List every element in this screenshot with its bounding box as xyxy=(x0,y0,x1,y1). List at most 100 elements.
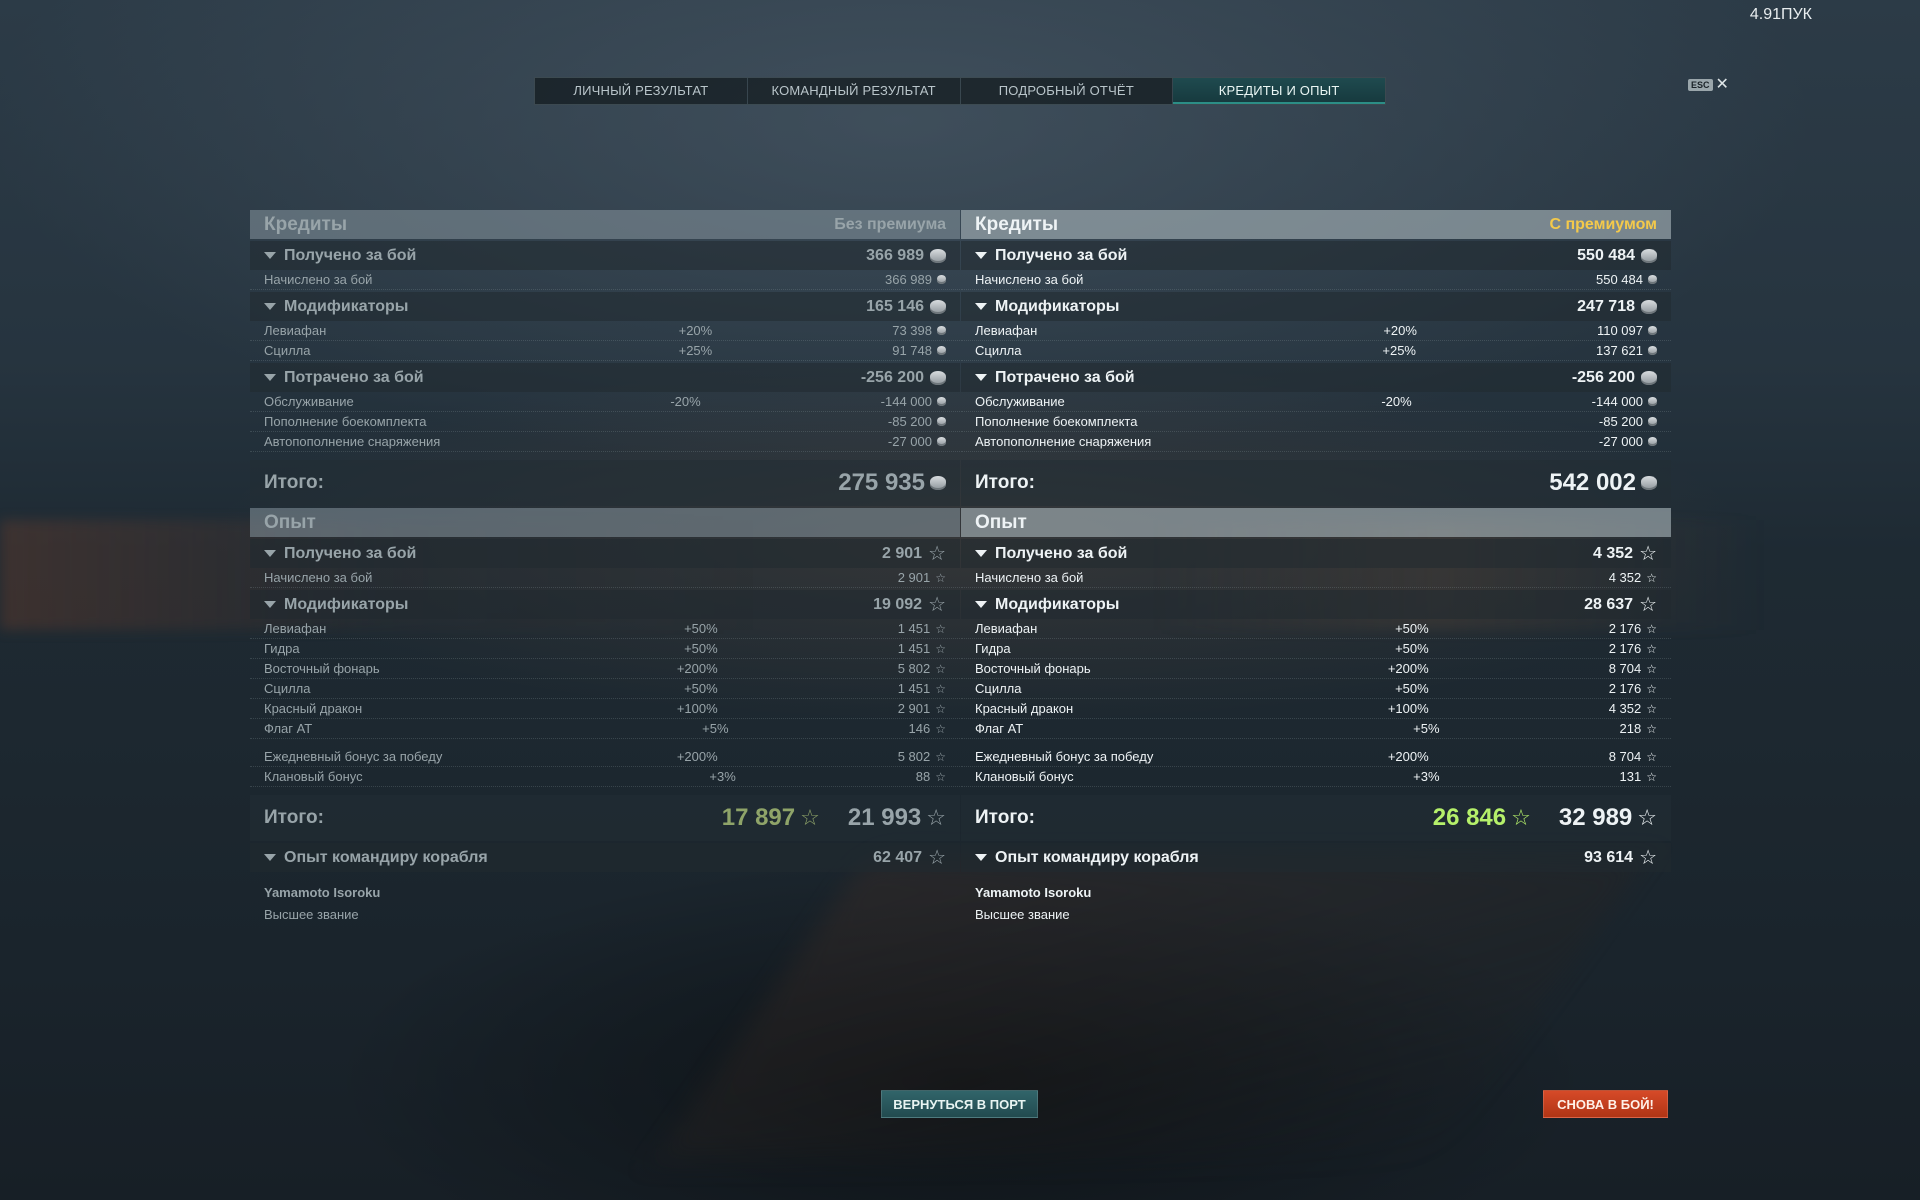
tab-team-result[interactable]: КОМАНДНЫЙ РЕЗУЛЬТАТ xyxy=(748,78,961,104)
triangle-down-icon[interactable] xyxy=(975,303,987,310)
detail-value: -85 200 xyxy=(887,414,932,429)
section-value: 550 484 xyxy=(1577,246,1635,264)
section-header-received[interactable]: Получено за бой 550 484 xyxy=(961,241,1671,270)
triangle-down-icon[interactable] xyxy=(264,601,276,608)
detail-name: Автопополнение снаряжения xyxy=(975,434,1152,449)
detail-name: Флаг АТ xyxy=(975,721,1024,736)
credit-coin-icon xyxy=(1641,476,1657,490)
section-header-commander[interactable]: Опыт командиру корабля 62 407 ☆ xyxy=(250,843,960,872)
section-label: Получено за бой xyxy=(284,544,417,562)
detail-value: 8 704 xyxy=(1608,661,1642,676)
detail-percent: +200% xyxy=(676,661,718,676)
credits-title: Кредиты xyxy=(264,213,348,235)
credit-coin-icon xyxy=(937,346,946,355)
credit-coin-icon xyxy=(930,299,946,314)
credit-coin-icon xyxy=(1641,248,1657,263)
section-header-received[interactable]: Получено за бой 366 989 xyxy=(250,241,960,270)
detail-row: Клановый бонус +3% 88 ☆ xyxy=(250,767,960,787)
triangle-down-icon[interactable] xyxy=(975,601,987,608)
tab-personal-result[interactable]: ЛИЧНЫЙ РЕЗУЛЬТАТ xyxy=(535,78,748,104)
section-header-modifiers[interactable]: Модификаторы 247 718 xyxy=(961,292,1671,321)
credit-coin-icon xyxy=(1648,417,1657,426)
section-value: 4 352 xyxy=(1593,544,1634,562)
star-icon: ☆ xyxy=(1646,701,1657,716)
detail-row: Автопополнение снаряжения -27 000 xyxy=(250,432,960,452)
ship-xp-value: 17 897 xyxy=(721,804,796,831)
triangle-down-icon[interactable] xyxy=(975,550,987,557)
credits-total: Итого: 542 002 xyxy=(961,460,1671,506)
star-icon: ☆ xyxy=(1639,593,1657,616)
detail-name: Флаг АТ xyxy=(264,721,313,736)
star-icon: ☆ xyxy=(1646,769,1657,784)
detail-percent: +5% xyxy=(1413,721,1440,736)
section-value: 28 637 xyxy=(1584,595,1634,613)
section-label: Получено за бой xyxy=(995,544,1128,562)
tab-credits-xp[interactable]: КРЕДИТЫ И ОПЫТ xyxy=(1173,78,1385,104)
section-header-spent[interactable]: Потрачено за бой -256 200 xyxy=(961,363,1671,392)
total-label: Итого: xyxy=(975,807,1035,828)
section-header-xp_received[interactable]: Получено за бой 2 901 ☆ xyxy=(250,539,960,568)
detail-row: Левиафан +50% 2 176 ☆ xyxy=(961,619,1671,639)
section-header-spent[interactable]: Потрачено за бой -256 200 xyxy=(250,363,960,392)
star-icon: ☆ xyxy=(928,542,946,565)
triangle-down-icon[interactable] xyxy=(975,252,987,259)
detail-name: Автопополнение снаряжения xyxy=(264,434,441,449)
detail-percent: +100% xyxy=(676,701,718,716)
credit-coin-icon xyxy=(930,476,946,490)
detail-value: 550 484 xyxy=(1596,272,1643,287)
credit-coin-icon xyxy=(1648,326,1657,335)
detail-name: Обслуживание xyxy=(264,394,354,409)
detail-value: 131 xyxy=(1619,769,1642,784)
detail-row: Обслуживание -20% -144 000 xyxy=(250,392,960,412)
section-header-xp_modifiers[interactable]: Модификаторы 28 637 ☆ xyxy=(961,590,1671,619)
star-icon: ☆ xyxy=(935,701,946,716)
credit-coin-icon xyxy=(1641,299,1657,314)
triangle-down-icon[interactable] xyxy=(264,550,276,557)
panel-without-premium: Кредиты Без премиума Получено за бой 366 98… xyxy=(250,210,960,926)
star-icon: ☆ xyxy=(935,621,946,636)
triangle-down-icon[interactable] xyxy=(264,303,276,310)
detail-name: Сцилла xyxy=(975,681,1022,696)
detail-row: Начислено за бой 4 352 ☆ xyxy=(961,568,1671,588)
detail-value: 73 398 xyxy=(892,323,932,338)
detail-row: Клановый бонус +3% 131 ☆ xyxy=(961,767,1671,787)
total-value: 542 002 xyxy=(1549,469,1636,496)
triangle-down-icon[interactable] xyxy=(264,374,276,381)
triangle-down-icon[interactable] xyxy=(264,252,276,259)
section-header-xp_received[interactable]: Получено за бой 4 352 ☆ xyxy=(961,539,1671,568)
detail-name: Сцилла xyxy=(264,681,311,696)
battle-again-button[interactable]: СНОВА В БОЙ! xyxy=(1543,1090,1668,1118)
detail-percent: +3% xyxy=(1413,769,1440,784)
detail-name: Пополнение боекомплекта xyxy=(264,414,427,429)
total-label: Итого: xyxy=(264,807,324,828)
detail-name: Левиафан xyxy=(264,621,327,636)
triangle-down-icon[interactable] xyxy=(975,374,987,381)
triangle-down-icon[interactable] xyxy=(264,854,276,861)
commander-info: Yamamoto Isoroku Высшее звание xyxy=(961,872,1671,926)
section-label: Модификаторы xyxy=(284,297,409,315)
section-header-xp_modifiers[interactable]: Модификаторы 19 092 ☆ xyxy=(250,590,960,619)
tab-detailed-report[interactable]: ПОДРОБНЫЙ ОТЧЁТ xyxy=(961,78,1174,104)
xp-total: Итого: 17 897 ☆ 21 993 ☆ xyxy=(250,795,960,841)
credit-coin-icon xyxy=(937,326,946,335)
section-label: Модификаторы xyxy=(284,595,409,613)
section-header-commander[interactable]: Опыт командиру корабля 93 614 ☆ xyxy=(961,843,1671,872)
detail-name: Ежедневный бонус за победу xyxy=(975,749,1154,764)
detail-row: Красный дракон +100% 2 901 ☆ xyxy=(250,699,960,719)
close-button[interactable]: ESC ✕ xyxy=(1688,76,1729,93)
section-header-modifiers[interactable]: Модификаторы 165 146 xyxy=(250,292,960,321)
detail-name: Начислено за бой xyxy=(264,272,373,287)
credits-total: Итого: 275 935 xyxy=(250,460,960,506)
detail-value: 2 901 xyxy=(897,701,931,716)
detail-value: -27 000 xyxy=(887,434,932,449)
credit-coin-icon xyxy=(930,248,946,263)
triangle-down-icon[interactable] xyxy=(975,854,987,861)
return-to-port-button[interactable]: ВЕРНУТЬСЯ В ПОРТ xyxy=(881,1090,1038,1118)
star-icon: ☆ xyxy=(1646,570,1657,585)
close-icon: ✕ xyxy=(1715,76,1729,93)
detail-name: Начислено за бой xyxy=(264,570,373,585)
esc-key-icon: ESC xyxy=(1688,79,1713,91)
detail-row: Сцилла +50% 2 176 ☆ xyxy=(961,679,1671,699)
detail-value: -144 000 xyxy=(1591,394,1643,409)
detail-value: 366 989 xyxy=(885,272,932,287)
